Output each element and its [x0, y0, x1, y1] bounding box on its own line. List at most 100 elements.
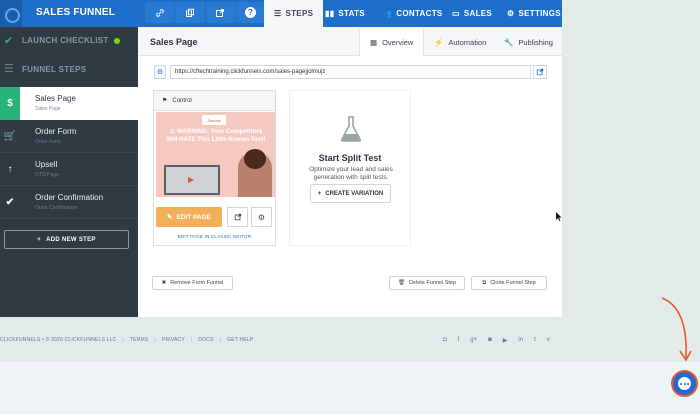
tab-publishing-label: Publishing: [518, 38, 553, 47]
remove-from-funnel-label: Remove From Funnel: [170, 280, 224, 286]
footer-link-get-help[interactable]: GET HELP: [227, 337, 253, 343]
funnel-toolbar: ?: [145, 2, 265, 23]
split-test-title: Start Split Test: [318, 153, 382, 163]
add-new-step-label: ADD NEW STEP: [46, 236, 96, 243]
edit-in-classic-editor-link[interactable]: EDIT PAGE IN CLASSIC EDITOR: [154, 234, 275, 239]
help-button[interactable]: ?: [236, 2, 265, 23]
contacts-icon: 👥: [382, 9, 393, 18]
variant-header: ⚑ Control: [154, 91, 275, 111]
list-icon: ☰: [4, 63, 14, 75]
delete-funnel-step-label: Delete Funnel Step: [408, 280, 457, 286]
step-name: Order Confirmation: [35, 193, 104, 202]
instagram-icon[interactable]: ◙: [488, 337, 492, 344]
social-links: ◘ f g+ ◙ ▶ in t v: [443, 337, 550, 344]
tab-sales[interactable]: ▭ SALES: [452, 0, 492, 27]
preview-logo: Secrets: [202, 115, 226, 125]
variant-settings-button[interactable]: ⚙: [251, 207, 272, 227]
preview-page-button[interactable]: [227, 207, 248, 227]
create-variation-label: CREATE VARIATION: [325, 190, 384, 197]
clone-funnel-step-label: Clone Funnel Step: [490, 280, 536, 286]
stats-icon: ▮▮: [325, 9, 335, 18]
step-name: Sales Page: [35, 94, 76, 103]
link-icon[interactable]: [145, 2, 176, 23]
footer-link-terms[interactable]: TERMS: [130, 337, 149, 343]
check-icon: ✔: [4, 35, 14, 47]
delete-funnel-step-button[interactable]: 🗑 Delete Funnel Step: [389, 276, 465, 290]
clone-funnel-step-button[interactable]: ⧉ Clone Funnel Step: [471, 276, 547, 290]
sales-icon: ▭: [452, 9, 460, 18]
tab-contacts-label: CONTACTS: [396, 9, 443, 18]
wrench-icon: 🔧: [504, 38, 514, 47]
plus-icon: +: [317, 190, 322, 197]
sidebar-step-order-form[interactable]: 🛒 Order Form Order Form: [0, 120, 138, 153]
external-link-icon[interactable]: [206, 2, 236, 23]
external-link-icon: [536, 68, 544, 76]
footer-link-docs[interactable]: DOCS: [198, 337, 213, 343]
dollar-icon: $: [0, 87, 20, 120]
youtube-icon[interactable]: ▶: [503, 337, 508, 344]
twitter-icon[interactable]: t: [534, 337, 536, 344]
split-test-description: Optimize your lead and sales generation …: [309, 166, 393, 182]
trash-icon: 🗑: [397, 280, 405, 286]
step-name: Order Form: [35, 127, 77, 136]
launch-checklist-item[interactable]: ✔ LAUNCH CHECKLIST: [0, 27, 138, 54]
tab-steps[interactable]: ☰ STEPS: [264, 0, 324, 27]
steps-icon: ☰: [274, 9, 282, 18]
linkedin-icon[interactable]: in: [518, 337, 523, 344]
gear-icon: ⚙: [257, 212, 266, 222]
step-type: Order Confirmation: [35, 205, 78, 211]
tab-settings-label: SETTINGS: [518, 9, 561, 18]
plus-icon: +: [37, 236, 42, 243]
cart-icon: 🛒: [3, 131, 17, 142]
control-variant-card: ⚑ Control Secrets ⚠ WARNING: Your Compet…: [153, 90, 276, 246]
tab-settings[interactable]: ⚙ SETTINGS: [507, 0, 561, 27]
footer-link-privacy[interactable]: PRIVACY: [162, 337, 185, 343]
sidebar-step-order-confirmation[interactable]: ✔ Order Confirmation Order Confirmation: [0, 186, 138, 219]
copy-icon[interactable]: [175, 2, 206, 23]
status-dot: [113, 37, 120, 44]
step-type: Order Form: [35, 139, 61, 145]
preview-headline: ⚠ WARNING: Your Competitors Will HATE Th…: [166, 128, 266, 143]
sidebar-step-sales-page[interactable]: $ Sales Page Sales Page: [0, 87, 138, 120]
funnel-steps-label: FUNNEL STEPS: [22, 65, 87, 74]
sidebar: ✔ LAUNCH CHECKLIST ☰ FUNNEL STEPS $ Sale…: [0, 27, 138, 317]
copyright-text: CLICKFUNNELS • © 2020 CLICKFUNNELS LLC: [0, 337, 117, 343]
preview-person-image: [238, 149, 272, 197]
flag-icon: ⚑: [162, 98, 168, 104]
variant-label: Control: [172, 97, 192, 104]
url-settings-button[interactable]: ⚙: [154, 65, 166, 79]
vimeo-icon[interactable]: v: [547, 337, 550, 344]
gear-icon: ⚙: [156, 69, 164, 76]
instagram-icon[interactable]: ◘: [443, 337, 447, 344]
tab-stats[interactable]: ▮▮ STATS: [325, 0, 365, 27]
page-url-field[interactable]: https://cftechtraining.clickfunnels.com/…: [170, 65, 531, 79]
remove-from-funnel-button[interactable]: ✖ Remove From Funnel: [152, 276, 233, 290]
create-variation-button[interactable]: + CREATE VARIATION: [310, 184, 391, 203]
sidebar-step-upsell[interactable]: ↑ Upsell OTO Page: [0, 153, 138, 186]
page-preview-thumbnail[interactable]: Secrets ⚠ WARNING: Your Competitors Will…: [156, 112, 275, 197]
tab-automation[interactable]: ⚡ Automation: [424, 29, 496, 56]
copy-icon: ⧉: [482, 279, 487, 286]
tab-contacts[interactable]: 👥 CONTACTS: [382, 0, 443, 27]
tab-publishing[interactable]: 🔧 Publishing: [494, 29, 563, 56]
facebook-icon[interactable]: f: [458, 337, 460, 344]
help-icon: ?: [244, 7, 256, 18]
tab-steps-label: STEPS: [285, 9, 314, 18]
grid-icon: ▦: [370, 38, 378, 47]
open-url-button[interactable]: [533, 65, 547, 79]
url-row: ⚙ https://cftechtraining.clickfunnels.co…: [154, 65, 547, 79]
tab-sales-label: SALES: [463, 9, 493, 18]
google-plus-icon[interactable]: g+: [470, 337, 477, 344]
chat-widget-button[interactable]: [671, 370, 698, 397]
footer: CLICKFUNNELS • © 2020 CLICKFUNNELS LLC |…: [0, 337, 254, 343]
edit-page-label: EDIT PAGE: [176, 213, 211, 221]
tab-stats-label: STATS: [338, 9, 365, 18]
edit-page-button[interactable]: ✎ EDIT PAGE: [156, 207, 222, 227]
clickfunnels-logo-icon[interactable]: [0, 0, 22, 27]
preview-laptop-image: [164, 165, 220, 195]
settings-icon: ⚙: [507, 9, 515, 18]
tab-overview[interactable]: ▦ Overview: [359, 29, 425, 56]
bolt-icon: ⚡: [434, 38, 444, 47]
funnel-steps-header: ☰ FUNNEL STEPS: [0, 56, 138, 83]
add-new-step-button[interactable]: + ADD NEW STEP: [4, 230, 129, 249]
